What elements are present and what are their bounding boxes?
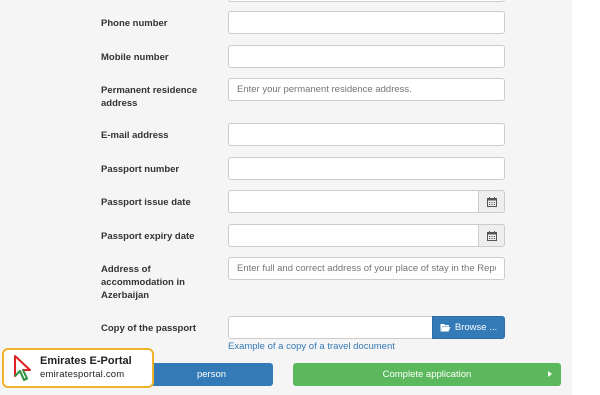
passport-expiry-date-label: Passport expiry date bbox=[101, 231, 195, 242]
passport-issue-date-input[interactable] bbox=[228, 190, 479, 213]
residence-address-label: Permanent residence address bbox=[101, 85, 198, 109]
passport-number-label: Passport number bbox=[101, 164, 180, 175]
mobile-number-input[interactable] bbox=[228, 45, 505, 68]
example-document-link[interactable]: Example of a copy of a travel document bbox=[228, 341, 395, 352]
watermark-url: emiratesportal.com bbox=[40, 369, 125, 380]
phone-number-label: Phone number bbox=[101, 18, 168, 29]
phone-number-input[interactable] bbox=[228, 11, 505, 34]
watermark-title: Emirates E-Portal bbox=[40, 355, 132, 367]
caret-right-icon bbox=[548, 371, 552, 377]
cursor-logo-icon bbox=[14, 355, 31, 381]
folder-open-icon bbox=[440, 324, 451, 332]
passport-copy-file-input[interactable] bbox=[228, 316, 433, 339]
residence-address-input[interactable] bbox=[228, 78, 505, 101]
passport-expiry-date-input[interactable] bbox=[228, 224, 479, 247]
passport-copy-label: Copy of the passport bbox=[101, 323, 197, 334]
complete-application-label: Complete application bbox=[382, 369, 472, 380]
calendar-icon[interactable] bbox=[479, 190, 505, 213]
mobile-number-label: Mobile number bbox=[101, 52, 169, 63]
accommodation-address-input[interactable] bbox=[228, 257, 505, 280]
previous-field-input[interactable] bbox=[228, 0, 505, 2]
passport-issue-date-label: Passport issue date bbox=[101, 197, 191, 208]
application-form: Phone number Mobile number Permanent res… bbox=[0, 0, 572, 395]
complete-application-button[interactable]: Complete application bbox=[293, 363, 561, 386]
calendar-icon[interactable] bbox=[479, 224, 505, 247]
browse-label: Browse ... bbox=[454, 322, 498, 333]
accommodation-address-label: Address of accommodation in Azerbaijan bbox=[101, 264, 185, 301]
add-person-label: person bbox=[196, 369, 227, 380]
browse-button[interactable]: Browse ... bbox=[432, 316, 505, 339]
email-input[interactable] bbox=[228, 123, 505, 146]
emirates-eportal-watermark: Emirates E-Portal emiratesportal.com bbox=[2, 348, 154, 388]
passport-number-input[interactable] bbox=[228, 157, 505, 180]
email-label: E-mail address bbox=[101, 130, 169, 141]
